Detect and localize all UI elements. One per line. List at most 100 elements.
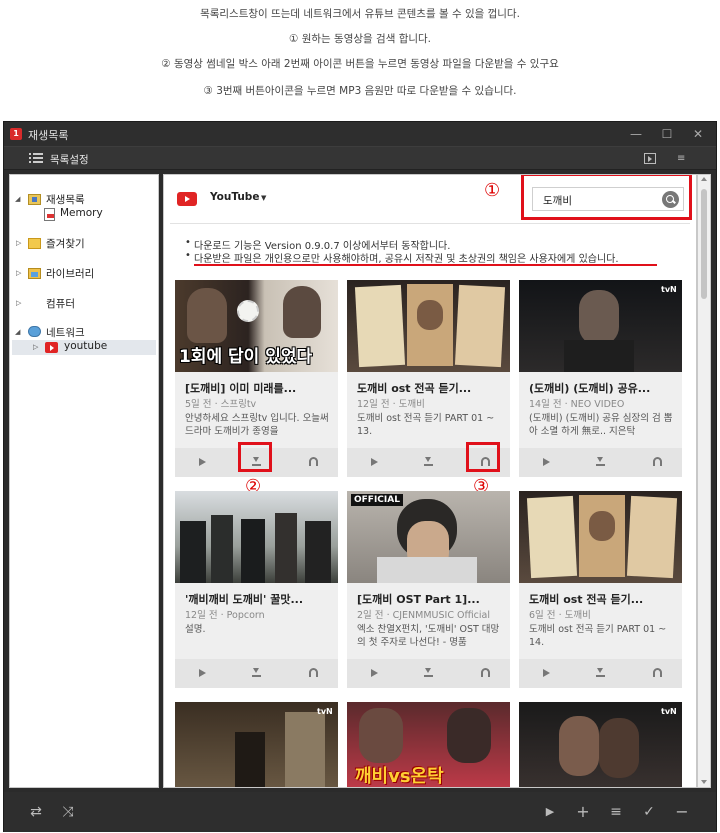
thumbnail-badge: OFFICIAL — [351, 494, 403, 506]
video-title[interactable]: 도깨비 ost 전곡 듣기... — [529, 591, 675, 607]
library-icon — [28, 268, 41, 279]
play-icon[interactable] — [543, 669, 550, 677]
tree-collapsed-arrow-icon[interactable]: ▷ — [16, 239, 21, 247]
toolbar: 목록설정 ≡ — [4, 146, 716, 170]
video-meta: 2일 전 · CJENMMUSIC Official — [357, 610, 490, 621]
video-meta: 6일 전 · 도깨비 — [529, 610, 591, 621]
video-thumbnail[interactable] — [347, 280, 510, 372]
minimize-button[interactable]: — — [628, 126, 644, 142]
play-icon[interactable] — [199, 669, 206, 677]
tree-collapsed-arrow-icon[interactable]: ▷ — [16, 299, 21, 307]
video-thumbnail[interactable] — [519, 491, 682, 583]
sidebar-tree: ◢ 재생목록 Memory ▷ 즐겨찾기 ▷ 라이브러리 ▷ 컴퓨터 ◢ 네트워… — [9, 174, 159, 788]
video-title[interactable]: [도깨비] 이미 미래를... — [185, 380, 331, 396]
playlist-window: 1 재생목록 — ☐ ✕ 목록설정 ≡ ◢ 재생목록 Memory ▷ 즐겨찾기… — [3, 121, 717, 832]
video-thumbnail[interactable]: tvN — [519, 280, 682, 372]
tree-collapsed-arrow-icon[interactable]: ▷ — [16, 269, 21, 277]
video-title[interactable]: [도깨비 OST Part 1]... — [357, 591, 503, 607]
add-to-list-icon[interactable]: ≡ — [607, 803, 625, 821]
shuffle-icon[interactable]: ⤨ — [59, 803, 77, 821]
video-card[interactable]: 깨비vs온탁 — [347, 702, 510, 787]
sidebar-item-computer[interactable]: 컴퓨터 — [46, 296, 75, 311]
headphones-icon[interactable] — [653, 457, 662, 466]
video-description: 설명. — [185, 624, 206, 635]
close-button[interactable]: ✕ — [690, 126, 706, 142]
video-actions — [519, 659, 682, 688]
video-thumbnail[interactable]: tvN — [519, 702, 682, 787]
video-title[interactable]: '깨비깨비 도깨비' 꿀맛... — [185, 591, 331, 607]
youtube-icon — [45, 342, 58, 353]
youtube-logo-icon — [177, 192, 197, 206]
sidebar-item-youtube[interactable]: youtube — [64, 340, 107, 352]
video-actions — [175, 659, 338, 688]
download-icon[interactable] — [424, 668, 433, 678]
sidebar-item-memory[interactable]: Memory — [60, 207, 103, 219]
channel-watermark: tvN — [661, 707, 677, 716]
video-meta: 5일 전 · 스프링tv — [185, 399, 257, 410]
video-thumbnail[interactable]: 깨비vs온탁 — [347, 702, 510, 787]
add-icon[interactable]: + — [574, 803, 592, 821]
play-icon[interactable] — [371, 669, 378, 677]
play-icon[interactable]: ▶ — [541, 803, 559, 821]
video-thumbnail[interactable]: tvN — [175, 702, 338, 787]
video-thumbnail[interactable]: 1회에 답이 있었다 — [175, 280, 338, 372]
annotation-box-mp3 — [466, 442, 500, 472]
check-icon[interactable]: ✓ — [640, 803, 658, 821]
video-description: 안녕하세요 스프링tv 입니다. 오늘써 드라마 도깨비가 종영을 — [185, 413, 329, 437]
sidebar-item-network[interactable]: 네트워크 — [46, 325, 85, 340]
tree-collapsed-arrow-icon[interactable]: ▷ — [33, 343, 38, 351]
video-description: 엑소 찬열X펀치, '도깨비' OST 대망의 첫 주자로 나선다! - 명품 — [357, 624, 500, 648]
video-actions — [519, 448, 682, 477]
title-bar[interactable]: 1 재생목록 — ☐ ✕ — [4, 122, 716, 146]
scroll-thumb[interactable] — [701, 189, 707, 299]
chevron-down-icon[interactable]: ▼ — [261, 194, 266, 202]
sort-icon[interactable]: ≡ — [677, 153, 689, 165]
sidebar-item-favorites[interactable]: 즐겨찾기 — [46, 236, 85, 251]
video-card[interactable]: tvN — [175, 702, 338, 787]
headphones-icon[interactable] — [309, 668, 318, 677]
caption-line-1: 목록리스트창이 뜨는데 네트워크에서 유튜브 콘텐츠를 볼 수 있을 껍니다. — [200, 8, 520, 20]
playlist-folder-icon — [28, 194, 41, 205]
tree-expanded-arrow-icon[interactable]: ◢ — [15, 195, 20, 203]
content-scrollbar[interactable] — [697, 174, 711, 788]
video-title[interactable]: 도깨비 ost 전곡 듣기... — [357, 380, 503, 396]
video-meta: 14일 전 · NEO VIDEO — [529, 399, 625, 410]
download-icon[interactable] — [596, 457, 605, 467]
open-folder-icon[interactable] — [644, 153, 656, 164]
headphones-icon[interactable] — [309, 457, 318, 466]
sidebar-item-library[interactable]: 라이브러리 — [46, 266, 94, 281]
tree-expanded-arrow-icon[interactable]: ◢ — [15, 328, 20, 336]
play-icon[interactable] — [543, 458, 550, 466]
bottom-bar: ⇄ ⤨ ▶ + ≡ ✓ − — [4, 792, 716, 832]
video-card[interactable]: '깨비깨비 도깨비' 꿀맛... 12일 전 · Popcorn 설명. — [175, 491, 338, 688]
video-title[interactable]: (도깨비) (도깨비) 공유... — [529, 380, 675, 396]
headphones-icon[interactable] — [481, 668, 490, 677]
video-card[interactable]: OFFICIAL [도깨비 OST Part 1]... 2일 전 · CJEN… — [347, 491, 510, 688]
scroll-down-icon[interactable] — [701, 780, 707, 784]
list-menu-icon[interactable] — [29, 153, 43, 163]
source-selector[interactable]: YouTube — [210, 191, 259, 203]
sidebar-item-playlist[interactable]: 재생목록 — [46, 192, 85, 207]
play-icon[interactable] — [371, 458, 378, 466]
caption-line-4: ③ 3번째 버튼아이콘을 누르면 MP3 음원만 따로 다운받을 수 있습니다. — [203, 85, 517, 97]
download-icon[interactable] — [424, 457, 433, 467]
memory-icon — [44, 208, 55, 221]
repeat-icon[interactable]: ⇄ — [27, 803, 45, 821]
video-description: (도깨비) (도깨비) 공유 심장의 검 뽑아 소멸 하게 無로.. 지은탁 — [529, 413, 673, 437]
channel-watermark: tvN — [661, 285, 677, 294]
download-icon[interactable] — [252, 668, 261, 678]
video-card[interactable]: tvN (도깨비) (도깨비) 공유... 14일 전 · NEO VIDEO … — [519, 280, 682, 477]
video-card[interactable]: tvN — [519, 702, 682, 787]
divider — [170, 223, 690, 224]
video-card[interactable]: 도깨비 ost 전곡 듣기... 6일 전 · 도깨비 도깨비 ost 전곡 듣… — [519, 491, 682, 688]
download-icon[interactable] — [596, 668, 605, 678]
play-icon[interactable] — [199, 458, 206, 466]
scroll-up-icon[interactable] — [701, 177, 707, 181]
content-pane: YouTube ▼ ① 도깨비 • 다운로드 기능은 Version 0.9.0.… — [163, 174, 697, 788]
headphones-icon[interactable] — [653, 668, 662, 677]
remove-icon[interactable]: − — [673, 803, 691, 821]
list-settings-button[interactable]: 목록설정 — [50, 152, 89, 167]
video-thumbnail[interactable]: OFFICIAL — [347, 491, 510, 583]
video-thumbnail[interactable] — [175, 491, 338, 583]
maximize-button[interactable]: ☐ — [659, 126, 675, 142]
